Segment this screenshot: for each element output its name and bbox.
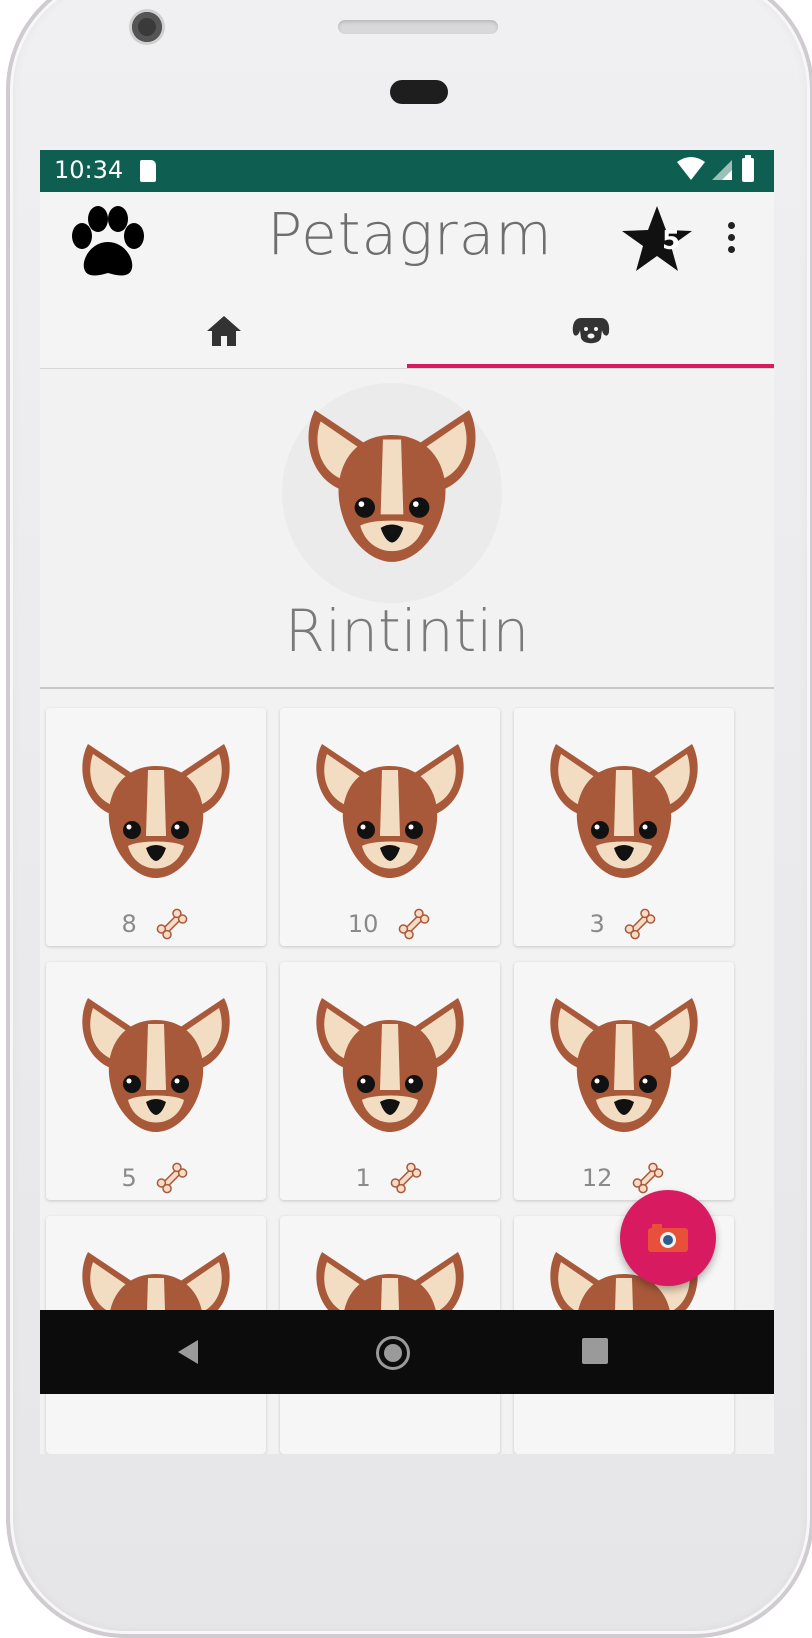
chihuahua-photo: [316, 744, 464, 878]
chihuahua-photo: [82, 998, 230, 1132]
bone-icon: [157, 1162, 188, 1194]
tab-home[interactable]: [40, 292, 407, 368]
app-title: Petagram: [267, 200, 553, 268]
bone-icon: [157, 908, 188, 940]
home-icon: [206, 316, 241, 346]
front-camera: [132, 12, 162, 42]
bone-icon: [391, 1162, 422, 1194]
pet-avatar: [282, 383, 502, 603]
favorites-count: 5: [661, 226, 681, 256]
app-bar: Petagram 5: [40, 192, 774, 292]
photo-card[interactable]: 1: [280, 962, 500, 1200]
chihuahua-photo: [550, 998, 698, 1132]
tab-bar: [40, 292, 774, 369]
photo-card[interactable]: 8: [46, 708, 266, 946]
chihuahua-photo: [316, 998, 464, 1132]
likes-count: 10: [347, 910, 379, 938]
status-bar: 10:34: [40, 150, 774, 192]
paw-logo-icon: [72, 206, 144, 276]
pet-name: Rintintin: [284, 597, 530, 665]
likes-row: 3: [514, 906, 734, 942]
pet-profile-header: Rintintin: [40, 369, 774, 689]
photo-card[interactable]: 12: [514, 962, 734, 1200]
chihuahua-illustration: [308, 410, 476, 562]
battery-icon: [742, 155, 754, 182]
likes-count: 12: [581, 1164, 613, 1192]
likes-row: 5: [46, 1160, 266, 1196]
photo-card[interactable]: 3: [514, 708, 734, 946]
likes-count: 3: [589, 910, 605, 938]
bone-icon: [398, 908, 430, 940]
dog-icon: [572, 318, 609, 344]
likes-count: 1: [355, 1164, 371, 1192]
likes-row: 10: [280, 906, 500, 942]
likes-row: 8: [46, 906, 266, 942]
status-time: 10:34: [54, 156, 124, 184]
earpiece: [390, 80, 448, 104]
screen: 10:34 Petagram 5 Rintintin 8 10 3 5 1 12: [40, 150, 774, 1454]
overflow-menu-icon[interactable]: [726, 222, 736, 262]
photo-card[interactable]: 10: [280, 708, 500, 946]
likes-row: 1: [280, 1160, 500, 1196]
tab-pet-profile[interactable]: [407, 292, 774, 368]
tab-indicator: [407, 364, 774, 368]
chihuahua-photo: [82, 744, 230, 878]
camera-fab-button[interactable]: [620, 1190, 716, 1286]
likes-count: 8: [121, 910, 137, 938]
photo-card[interactable]: 5: [46, 962, 266, 1200]
speaker-grille: [338, 20, 498, 34]
recents-icon[interactable]: [582, 1338, 608, 1364]
sd-card-icon: [140, 160, 156, 182]
camera-icon: [648, 1224, 688, 1252]
chihuahua-photo: [550, 744, 698, 878]
back-icon[interactable]: [176, 1338, 200, 1366]
likes-row: 12: [514, 1160, 734, 1196]
home-nav-icon[interactable]: [376, 1336, 410, 1370]
signal-icon: [712, 160, 732, 180]
likes-count: 5: [121, 1164, 137, 1192]
wifi-icon: [677, 157, 705, 180]
bone-icon: [625, 908, 656, 940]
system-nav-bar: [40, 1310, 774, 1394]
